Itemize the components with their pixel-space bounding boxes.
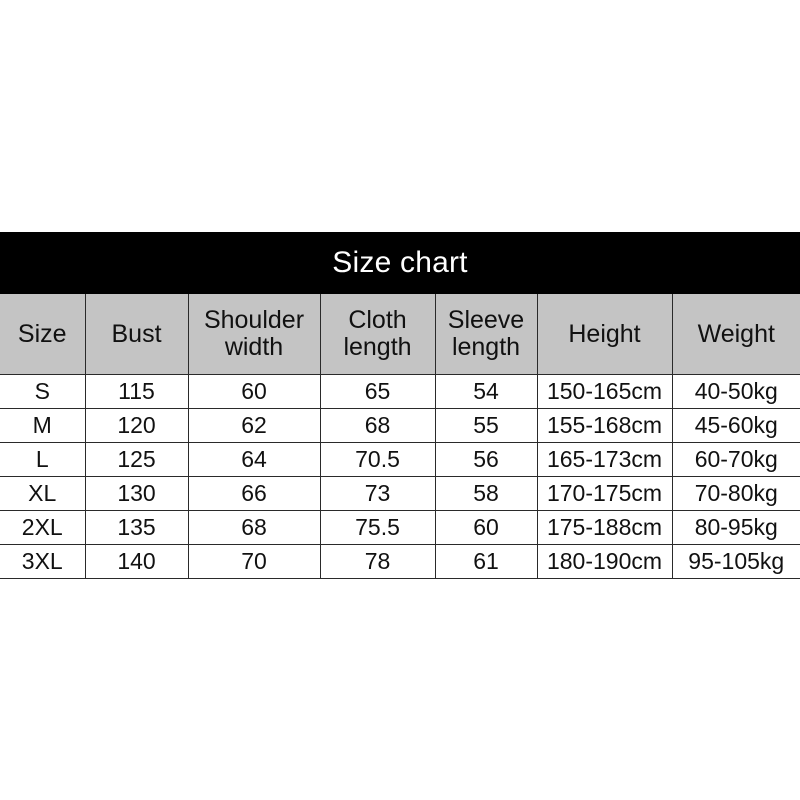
cell-bust: 125	[84, 442, 189, 477]
cell-size: M	[0, 408, 86, 443]
column-header-shoulder-width-line1: Shoulder	[203, 306, 305, 334]
cell-cloth-length: 75.5	[319, 510, 436, 545]
column-header-weight-label: Weight	[697, 319, 775, 348]
top-blank-area	[0, 0, 800, 232]
cell-weight: 60-70kg	[671, 442, 800, 477]
cell-cloth-length: 68	[319, 408, 436, 443]
cell-cloth-length: 70.5	[319, 442, 436, 477]
cell-weight: 70-80kg	[671, 476, 800, 511]
size-chart-table: Size Bust Shoulder width Cloth length Sl…	[0, 294, 800, 579]
cell-bust: 130	[84, 476, 189, 511]
cell-sleeve-length: 58	[434, 476, 538, 511]
table-row: XL 130 66 73 58 170-175cm 70-80kg	[0, 476, 800, 511]
cell-sleeve-length: 60	[434, 510, 538, 545]
cell-shoulder-width: 60	[187, 374, 321, 409]
cell-sleeve-length: 54	[434, 374, 538, 409]
cell-size: 2XL	[0, 510, 86, 545]
cell-shoulder-width: 70	[187, 544, 321, 579]
cell-sleeve-length: 55	[434, 408, 538, 443]
cell-height: 155-168cm	[536, 408, 673, 443]
column-header-height-label: Height	[568, 319, 641, 348]
column-header-height: Height	[536, 294, 673, 375]
cell-bust: 120	[84, 408, 189, 443]
cell-bust: 140	[84, 544, 189, 579]
column-header-size: Size	[0, 294, 86, 375]
cell-size: 3XL	[0, 544, 86, 579]
column-header-bust-label: Bust	[111, 319, 162, 348]
cell-bust: 135	[84, 510, 189, 545]
header-row: Size Bust Shoulder width Cloth length Sl…	[0, 294, 800, 375]
column-header-size-label: Size	[17, 319, 67, 348]
column-header-sleeve-length-line1: Sleeve	[447, 306, 525, 334]
cell-weight: 80-95kg	[671, 510, 800, 545]
cell-cloth-length: 65	[319, 374, 436, 409]
table-row: L 125 64 70.5 56 165-173cm 60-70kg	[0, 442, 800, 477]
table-row: M 120 62 68 55 155-168cm 45-60kg	[0, 408, 800, 443]
table-row: S 115 60 65 54 150-165cm 40-50kg	[0, 374, 800, 409]
cell-sleeve-length: 61	[434, 544, 538, 579]
cell-shoulder-width: 68	[187, 510, 321, 545]
cell-height: 175-188cm	[536, 510, 673, 545]
column-header-cloth-length-line2: length	[343, 333, 412, 361]
table-header: Size Bust Shoulder width Cloth length Sl…	[0, 294, 800, 375]
cell-cloth-length: 73	[319, 476, 436, 511]
size-chart-page: Size chart Size Bust Shoulder width Clot…	[0, 0, 800, 800]
column-header-sleeve-length: Sleeve length	[434, 294, 538, 375]
cell-size: XL	[0, 476, 86, 511]
page-title: Size chart	[332, 246, 468, 279]
cell-weight: 95-105kg	[671, 544, 800, 579]
cell-height: 165-173cm	[536, 442, 673, 477]
column-header-cloth-length: Cloth length	[319, 294, 436, 375]
size-chart-title-band: Size chart	[0, 232, 800, 294]
column-header-shoulder-width: Shoulder width	[187, 294, 321, 375]
cell-shoulder-width: 62	[187, 408, 321, 443]
table-row: 2XL 135 68 75.5 60 175-188cm 80-95kg	[0, 510, 800, 545]
cell-height: 150-165cm	[536, 374, 673, 409]
cell-size: S	[0, 374, 86, 409]
table-body: S 115 60 65 54 150-165cm 40-50kg M 120 6…	[0, 374, 800, 579]
column-header-shoulder-width-line2: width	[224, 333, 284, 361]
cell-shoulder-width: 64	[187, 442, 321, 477]
cell-weight: 45-60kg	[671, 408, 800, 443]
table-row: 3XL 140 70 78 61 180-190cm 95-105kg	[0, 544, 800, 579]
cell-shoulder-width: 66	[187, 476, 321, 511]
column-header-weight: Weight	[671, 294, 800, 375]
cell-sleeve-length: 56	[434, 442, 538, 477]
column-header-cloth-length-line1: Cloth	[348, 306, 407, 334]
cell-weight: 40-50kg	[671, 374, 800, 409]
cell-size: L	[0, 442, 86, 477]
cell-cloth-length: 78	[319, 544, 436, 579]
column-header-sleeve-length-line2: length	[451, 333, 521, 361]
column-header-bust: Bust	[84, 294, 189, 375]
cell-height: 180-190cm	[536, 544, 673, 579]
cell-bust: 115	[84, 374, 189, 409]
cell-height: 170-175cm	[536, 476, 673, 511]
